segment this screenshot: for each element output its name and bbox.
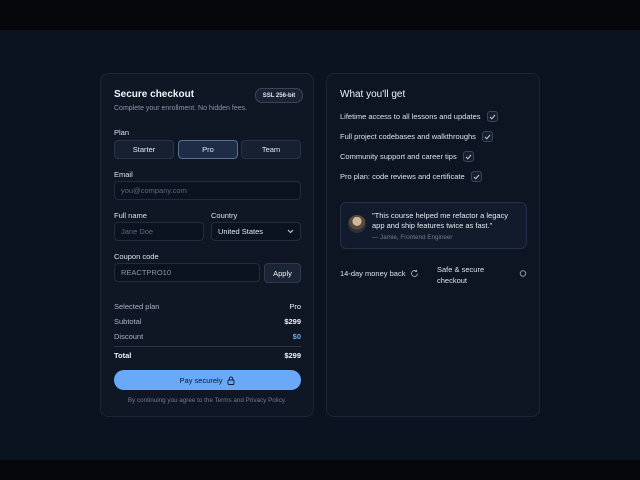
top-bar bbox=[0, 0, 640, 30]
ssl-badge: SSL 256-bit bbox=[255, 88, 303, 103]
check-icon bbox=[481, 131, 493, 142]
selected-plan-label: Selected plan bbox=[114, 302, 160, 311]
discount-label: Discount bbox=[114, 332, 144, 341]
email-label: Email bbox=[114, 170, 133, 179]
summary-divider bbox=[114, 346, 301, 347]
chevron-down-icon bbox=[287, 229, 294, 234]
secure-checkout-text: Safe & secure checkout bbox=[437, 265, 485, 285]
avatar bbox=[348, 215, 366, 233]
testimonial-quote: "This course helped me refactor a legacy… bbox=[372, 211, 509, 230]
check-icon bbox=[470, 171, 482, 182]
coupon-label: Coupon code bbox=[114, 252, 159, 261]
fullname-label: Full name bbox=[114, 211, 147, 220]
checkout-subtitle: Complete your enrollment. No hidden fees… bbox=[114, 105, 248, 112]
pay-label: Pay securely bbox=[179, 375, 223, 385]
total-label: Total bbox=[114, 351, 132, 360]
selected-plan-value: Pro bbox=[289, 302, 301, 311]
plan-option-team[interactable]: Team bbox=[241, 140, 301, 159]
guarantee-text: 14-day money back bbox=[340, 269, 406, 278]
discount-value: $0 bbox=[292, 332, 301, 341]
check-icon bbox=[462, 151, 474, 162]
apply-coupon-button[interactable]: Apply bbox=[264, 263, 301, 283]
shield-icon bbox=[519, 270, 527, 277]
coupon-field[interactable]: REACTPRO10 bbox=[114, 263, 260, 282]
summary-discount: Discount $0 bbox=[114, 332, 301, 341]
benefit-text: Full project codebases and walkthroughs bbox=[340, 132, 476, 141]
summary-subtotal: Subtotal $299 bbox=[114, 317, 301, 326]
money-back-guarantee: 14-day money back bbox=[340, 269, 419, 278]
pay-securely-button[interactable]: Pay securely bbox=[114, 370, 301, 390]
country-value: United States bbox=[218, 227, 264, 236]
email-field[interactable]: you@company.com bbox=[114, 181, 301, 200]
benefit-item: Community support and career tips bbox=[340, 151, 474, 162]
benefits-title: What you'll get bbox=[340, 89, 406, 100]
testimonial-author: — Jamie, Frontend Engineer bbox=[372, 234, 453, 241]
fullname-field[interactable]: Jane Doe bbox=[114, 222, 204, 241]
summary-total: Total $299 bbox=[114, 351, 301, 360]
bottom-bar bbox=[0, 460, 640, 480]
subtotal-label: Subtotal bbox=[114, 317, 142, 326]
terms-text: By continuing you agree to the Terms and… bbox=[127, 397, 287, 404]
refresh-icon bbox=[411, 269, 419, 277]
summary-selected-plan: Selected plan Pro bbox=[114, 302, 301, 311]
checkout-title: Secure checkout bbox=[114, 89, 195, 100]
checkout-card: Secure checkout Complete your enrollment… bbox=[100, 73, 314, 417]
lock-icon bbox=[228, 376, 235, 385]
plan-option-starter[interactable]: Starter bbox=[114, 140, 174, 159]
benefit-text: Community support and career tips bbox=[340, 152, 457, 161]
plan-option-pro[interactable]: Pro bbox=[178, 140, 238, 159]
testimonial-card: "This course helped me refactor a legacy… bbox=[340, 202, 527, 249]
subtotal-value: $299 bbox=[284, 317, 301, 326]
benefits-card: What you'll get Lifetime access to all l… bbox=[326, 73, 540, 417]
total-value: $299 bbox=[284, 351, 301, 360]
check-icon bbox=[486, 111, 498, 122]
benefit-item: Pro plan: code reviews and certificate bbox=[340, 171, 482, 182]
benefit-text: Lifetime access to all lessons and updat… bbox=[340, 112, 481, 121]
plan-label: Plan bbox=[114, 128, 130, 137]
benefit-item: Lifetime access to all lessons and updat… bbox=[340, 111, 498, 122]
benefit-item: Full project codebases and walkthroughs bbox=[340, 131, 493, 142]
benefit-text: Pro plan: code reviews and certificate bbox=[340, 172, 465, 181]
country-label: Country bbox=[211, 211, 238, 220]
country-select[interactable]: United States bbox=[211, 222, 301, 241]
